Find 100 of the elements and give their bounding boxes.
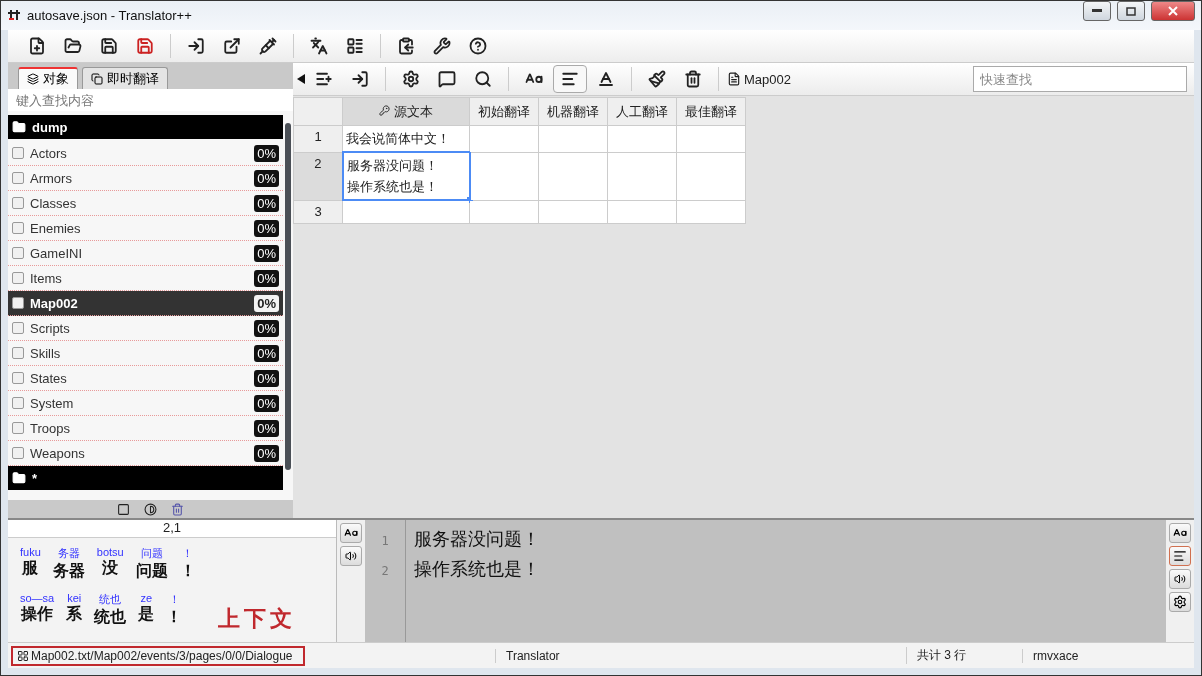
editor-line: 操作系统也是！ (414, 558, 540, 580)
column-header[interactable]: 初始翻译 (469, 97, 539, 126)
translate-icon (310, 37, 328, 55)
item-label: Items (30, 270, 63, 286)
table-cell[interactable] (538, 152, 608, 200)
checkbox[interactable] (12, 147, 24, 159)
font-button[interactable] (1169, 523, 1191, 543)
maximize-button[interactable] (1117, 1, 1145, 21)
column-header[interactable]: 机器翻译 (538, 97, 608, 126)
trash-icon (171, 502, 184, 516)
item-label: States (30, 370, 68, 386)
ruby-text: botsu (96, 546, 124, 558)
checkbox[interactable] (12, 447, 24, 459)
panel-tab[interactable]: 对象 (18, 67, 78, 89)
grid-icon (17, 649, 29, 662)
checkbox[interactable] (12, 347, 24, 359)
folder-icon (64, 37, 82, 55)
tree-item[interactable]: Map002 0% (8, 291, 283, 316)
table-cell[interactable] (342, 200, 470, 224)
tree-item[interactable]: Skills 0% (8, 341, 283, 366)
annotation-label: 上下文 (218, 605, 296, 633)
checkbox[interactable] (12, 197, 24, 209)
checkbox[interactable] (12, 322, 24, 334)
tree-item[interactable]: Classes 0% (8, 191, 283, 216)
row-number: 3 (293, 200, 343, 224)
table-cell[interactable] (469, 152, 539, 200)
progress-badge: 0% (254, 194, 279, 212)
document-icon (727, 72, 741, 86)
engine-label: rmvxace (1022, 648, 1143, 663)
base-text: 服 (22, 558, 39, 578)
ruby-text: 务器 (57, 546, 80, 561)
close-button[interactable] (1151, 1, 1195, 21)
progress-badge: 0% (254, 419, 279, 437)
progress-badge: 0% (254, 294, 279, 312)
quick-search-field[interactable]: 快速查找 (973, 66, 1187, 92)
base-text: 问题 (135, 561, 168, 581)
align-left-button[interactable] (553, 65, 587, 93)
import-icon (351, 70, 369, 88)
ruby-text: ze (140, 592, 153, 604)
search-field[interactable]: 键入查找内容 (8, 89, 293, 111)
brush-icon (648, 70, 666, 88)
font-button[interactable] (340, 523, 362, 543)
tree-item[interactable]: Armors 0% (8, 166, 283, 191)
checkbox[interactable] (12, 422, 24, 434)
folder-row[interactable]: * (8, 466, 283, 490)
progress-badge: 0% (254, 219, 279, 237)
square-icon (117, 502, 130, 516)
tree-item[interactable]: Enemies 0% (8, 216, 283, 241)
progress-badge: 0% (254, 144, 279, 162)
ruby-text: 统也 (99, 592, 122, 607)
checkbox[interactable] (12, 272, 24, 284)
column-header[interactable]: 最佳翻译 (676, 97, 746, 126)
folder-row[interactable]: dump (8, 115, 283, 139)
checkbox[interactable] (12, 222, 24, 234)
close-icon (1168, 6, 1178, 16)
table-cell[interactable]: 服务器没问题！ 操作系统也是！ (342, 152, 470, 200)
checkbox[interactable] (12, 172, 24, 184)
speak-button[interactable] (1169, 569, 1191, 589)
file-label: Map002 (727, 71, 791, 87)
minimize-button[interactable] (1083, 1, 1111, 21)
tree-item[interactable]: GameINI 0% (8, 241, 283, 266)
settings-button[interactable] (1169, 592, 1191, 612)
align-button[interactable] (1169, 546, 1191, 566)
clipboard-icon (397, 37, 415, 55)
ruby-text: ！ (168, 592, 180, 607)
checkbox[interactable] (12, 297, 24, 309)
tree-item[interactable]: Scripts 0% (8, 316, 283, 341)
base-text: ！ (166, 607, 183, 627)
base-text: 是 (138, 604, 155, 624)
speaker-icon (1174, 573, 1186, 585)
item-label: Troops (30, 420, 71, 436)
speak-button[interactable] (340, 546, 362, 566)
progress-badge: 0% (254, 169, 279, 187)
item-label: Actors (30, 145, 68, 161)
checkbox[interactable] (12, 247, 24, 259)
import-icon (187, 37, 205, 55)
settings-icon (1173, 595, 1187, 609)
tree-item[interactable]: Actors 0% (8, 141, 283, 166)
scrollbar[interactable] (285, 123, 291, 470)
table-cell[interactable] (676, 152, 746, 200)
new-file-icon (28, 37, 46, 55)
base-text: ！ (179, 561, 196, 581)
tree-item[interactable]: Troops 0% (8, 416, 283, 441)
align-left-icon (1173, 549, 1187, 563)
contrast-icon (144, 502, 157, 516)
item-label: System (30, 395, 75, 411)
item-label: Scripts (30, 320, 71, 336)
tree-item[interactable]: States 0% (8, 366, 283, 391)
folder-icon (12, 120, 26, 134)
base-text: 系 (66, 604, 83, 624)
checkbox[interactable] (12, 397, 24, 409)
checkbox[interactable] (12, 372, 24, 384)
key-icon (379, 104, 391, 116)
list-icon (346, 37, 364, 55)
add-row-icon (315, 70, 333, 88)
table-cell[interactable] (607, 152, 677, 200)
column-header[interactable]: 人工翻译 (607, 97, 677, 126)
column-header[interactable]: 源文本 (342, 97, 470, 126)
panel-tab[interactable]: 即时翻译 (82, 67, 168, 89)
tree-item[interactable]: System 0% (8, 391, 283, 416)
